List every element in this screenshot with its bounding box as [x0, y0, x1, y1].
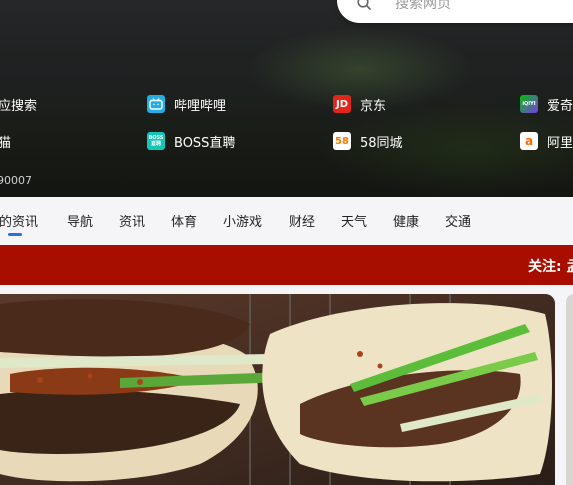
shortcut-label: 爱奇 — [547, 98, 573, 114]
shortcut-58-tongcheng[interactable]: 58 58同城 — [333, 131, 403, 151]
next-card-edge[interactable] — [566, 294, 573, 485]
news-card-image[interactable] — [0, 294, 555, 485]
shortcut-iqiyi[interactable]: iQIYI 爱奇 — [520, 94, 573, 114]
shortcut-jd[interactable]: JD 京东 — [333, 94, 386, 114]
hero-count: 90007 — [0, 174, 32, 187]
hero-overlay — [0, 0, 573, 197]
search-box[interactable] — [337, 0, 573, 23]
tab-weather[interactable]: 天气 — [341, 211, 367, 230]
shortcut-mao[interactable]: 猫 — [0, 131, 11, 151]
boss-zhipin-icon: BOSS 直聘 — [147, 132, 165, 150]
tab-news[interactable]: 资讯 — [119, 211, 145, 230]
bilibili-icon — [147, 95, 165, 113]
aliyun-icon: a — [520, 132, 538, 150]
shortcut-bilibili[interactable]: 哔哩哔哩 — [147, 94, 226, 114]
search-input[interactable] — [393, 0, 573, 16]
active-tab-indicator — [8, 233, 22, 236]
shortcut-ying-search[interactable]: 应搜索 — [0, 94, 37, 114]
shortcut-label: 哔哩哔哩 — [174, 98, 227, 114]
shortcut-label: 应搜索 — [0, 98, 38, 114]
food-photo — [0, 294, 555, 485]
tab-my-news[interactable]: 的资讯 — [0, 211, 38, 230]
tab-sports[interactable]: 体育 — [171, 211, 197, 230]
shortcut-label: 猫 — [0, 135, 12, 151]
iqiyi-icon: iQIYI — [520, 95, 538, 113]
jd-icon: JD — [333, 95, 351, 113]
hero-wallpaper: 应搜索 哔哩哔哩 JD 京东 iQIYI 爱奇 猫 BOSS 直聘 BOSS直聘… — [0, 0, 573, 197]
shortcut-label: 阿里 — [547, 135, 573, 151]
news-tab-bar: 的资讯 导航 资讯 体育 小游戏 财经 天气 健康 交通 — [0, 197, 573, 245]
search-icon[interactable] — [357, 0, 371, 10]
shortcut-label: 京东 — [360, 98, 387, 114]
shortcut-label: BOSS直聘 — [174, 135, 236, 151]
shortcut-aliyun[interactable]: a 阿里 — [520, 131, 573, 151]
shortcut-label: 58同城 — [360, 135, 403, 151]
58-tongcheng-icon: 58 — [333, 132, 351, 150]
tab-mini-games[interactable]: 小游戏 — [223, 211, 262, 230]
tab-finance[interactable]: 财经 — [289, 211, 315, 230]
shortcut-boss-zhipin[interactable]: BOSS 直聘 BOSS直聘 — [147, 131, 235, 151]
headline-banner[interactable]: 关注: 孟 — [0, 245, 573, 285]
tab-health[interactable]: 健康 — [393, 211, 419, 230]
tab-traffic[interactable]: 交通 — [445, 211, 471, 230]
banner-text: 关注: 孟 — [528, 259, 573, 275]
tab-navigation[interactable]: 导航 — [67, 211, 93, 230]
